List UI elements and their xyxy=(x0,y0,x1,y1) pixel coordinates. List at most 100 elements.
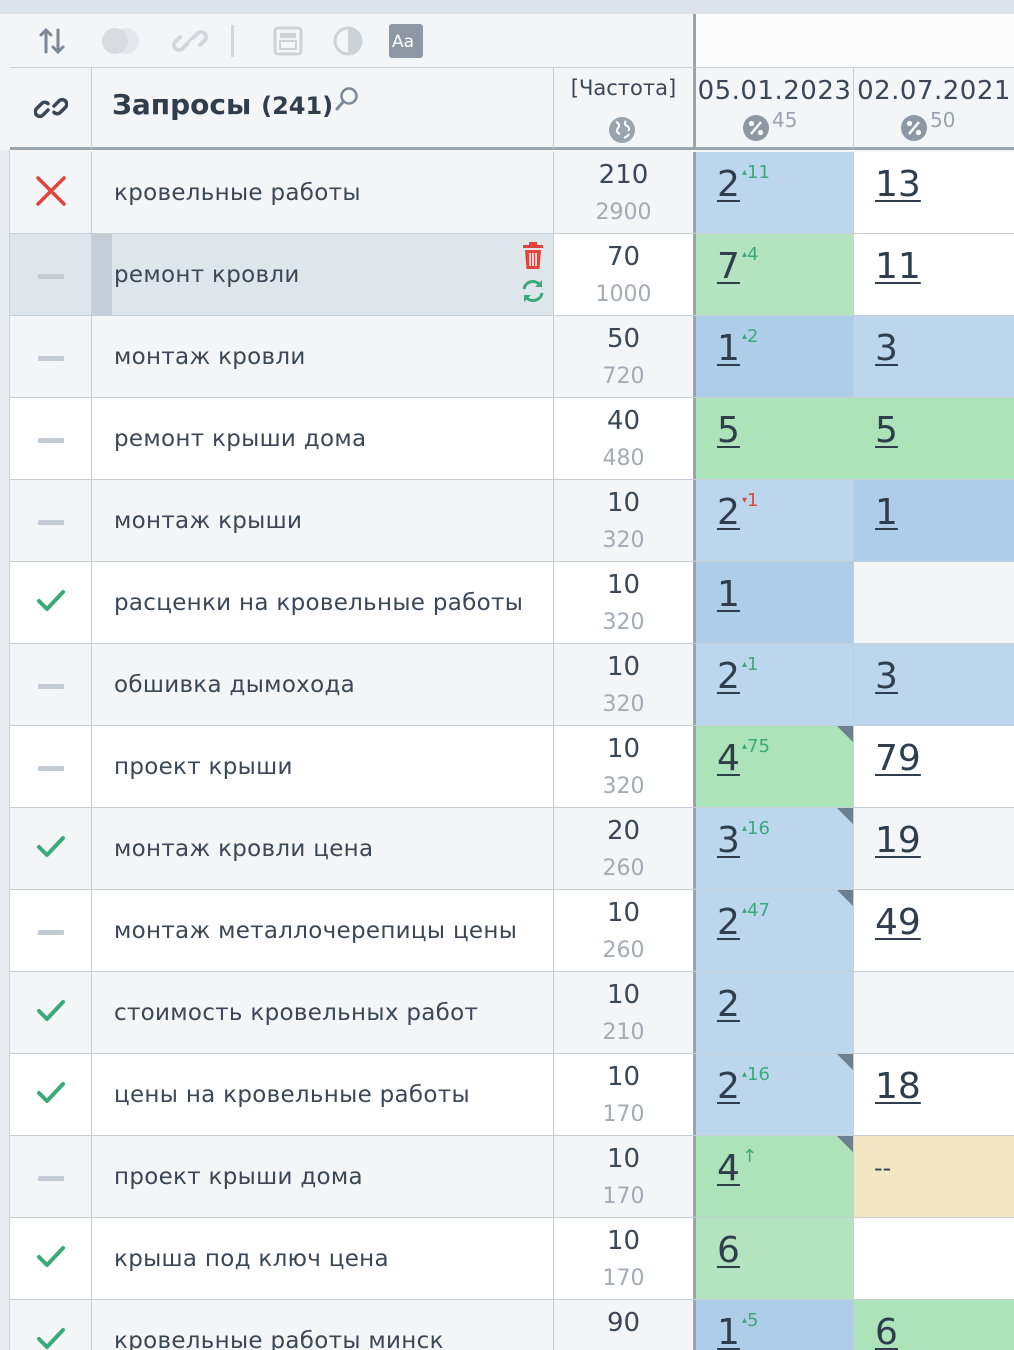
table-row[interactable]: стоимость кровельных работ 10 210 2 xyxy=(10,972,1014,1054)
position-value[interactable]: 4 xyxy=(717,738,740,779)
header-link-column[interactable] xyxy=(10,68,92,150)
query-cell[interactable]: стоимость кровельных работ xyxy=(92,972,554,1053)
position-cell-1[interactable]: 2 xyxy=(696,972,854,1053)
position-cell-1[interactable]: 6 xyxy=(696,1218,854,1299)
position-cell-2[interactable]: -- xyxy=(854,1136,1014,1217)
search-icon[interactable] xyxy=(334,86,360,118)
sort-icon[interactable] xyxy=(34,24,70,58)
position-cell-2[interactable]: 3 xyxy=(854,644,1014,725)
position-value[interactable]: 6 xyxy=(875,1312,898,1350)
table-row[interactable]: расценки на кровельные работы 10 320 1 xyxy=(10,562,1014,644)
row-status[interactable] xyxy=(10,562,92,643)
position-value[interactable]: 5 xyxy=(717,410,740,451)
position-cell-2[interactable]: 1 xyxy=(854,480,1014,561)
table-row[interactable]: крыша под ключ цена 10 170 6 xyxy=(10,1218,1014,1300)
header-queries[interactable]: Запросы (241) xyxy=(92,68,554,150)
position-cell-1[interactable]: 4 ↑ xyxy=(696,1136,854,1217)
table-row[interactable]: монтаж крыши 10 320 2 ▾1 1 xyxy=(10,480,1014,562)
position-value[interactable]: 2 xyxy=(717,656,740,697)
header-frequency[interactable]: [Частота] xyxy=(554,68,696,150)
position-value[interactable]: 13 xyxy=(875,164,921,205)
query-cell[interactable]: расценки на кровельные работы xyxy=(92,562,554,643)
row-status[interactable] xyxy=(10,316,92,397)
row-status[interactable] xyxy=(10,234,92,315)
position-value[interactable]: 1 xyxy=(717,1312,740,1350)
position-value[interactable]: 79 xyxy=(875,738,921,779)
query-cell[interactable]: кровельные работы xyxy=(92,152,554,233)
query-cell[interactable]: обшивка дымохода xyxy=(92,644,554,725)
position-value[interactable]: 3 xyxy=(875,328,898,369)
row-status[interactable] xyxy=(10,1136,92,1217)
position-value[interactable]: 19 xyxy=(875,820,921,861)
position-cell-1[interactable]: 2 ▴1 xyxy=(696,644,854,725)
query-cell[interactable]: цены на кровельные работы xyxy=(92,1054,554,1135)
row-status[interactable] xyxy=(10,644,92,725)
position-cell-2[interactable]: 11 xyxy=(854,234,1014,315)
query-cell[interactable]: проект крыши xyxy=(92,726,554,807)
table-row[interactable]: монтаж кровли цена 20 260 3 ▴16 19 xyxy=(10,808,1014,890)
query-cell[interactable]: ремонт кровли xyxy=(92,234,554,315)
position-cell-2[interactable]: 5 xyxy=(854,398,1014,479)
row-status[interactable] xyxy=(10,152,92,233)
position-cell-1[interactable]: 2 ▾1 xyxy=(696,480,854,561)
table-row[interactable]: ремонт крыши дома 40 480 5 5 xyxy=(10,398,1014,480)
position-cell-2[interactable] xyxy=(854,562,1014,643)
query-cell[interactable]: крыша под ключ цена xyxy=(92,1218,554,1299)
position-cell-1[interactable]: 1 ▴2 xyxy=(696,316,854,397)
position-value[interactable]: 2 xyxy=(717,492,740,533)
position-value[interactable]: 18 xyxy=(875,1066,921,1107)
query-cell[interactable]: монтаж крыши xyxy=(92,480,554,561)
row-status[interactable] xyxy=(10,480,92,561)
toggle-icon[interactable] xyxy=(98,24,144,58)
row-status[interactable] xyxy=(10,890,92,971)
table-row[interactable]: цены на кровельные работы 10 170 2 ▴16 18 xyxy=(10,1054,1014,1136)
font-icon[interactable]: Aa xyxy=(388,24,424,58)
position-value[interactable]: 1 xyxy=(717,574,740,615)
note-corner-marker[interactable] xyxy=(837,1054,853,1070)
position-cell-1[interactable]: 1 ▴5 xyxy=(696,1300,854,1350)
position-value[interactable]: 1 xyxy=(717,328,740,369)
position-value[interactable]: 11 xyxy=(875,246,921,287)
position-value[interactable]: 2 xyxy=(717,164,740,205)
trash-icon[interactable] xyxy=(521,242,545,274)
position-cell-2[interactable]: 19 xyxy=(854,808,1014,889)
calendar-icon[interactable] xyxy=(270,24,306,58)
table-row[interactable]: кровельные работы 210 2900 2 ▴11 13 xyxy=(10,152,1014,234)
position-cell-2[interactable]: 6 xyxy=(854,1300,1014,1350)
note-corner-marker[interactable] xyxy=(837,890,853,906)
position-value[interactable]: 3 xyxy=(875,656,898,697)
position-cell-2[interactable]: 13 xyxy=(854,152,1014,233)
note-corner-marker[interactable] xyxy=(837,726,853,742)
row-status[interactable] xyxy=(10,398,92,479)
row-status[interactable] xyxy=(10,972,92,1053)
table-row[interactable]: монтаж металлочерепицы цены 10 260 2 ▴47 49 xyxy=(10,890,1014,972)
position-cell-2[interactable]: 18 xyxy=(854,1054,1014,1135)
position-cell-1[interactable]: 3 ▴16 xyxy=(696,808,854,889)
query-cell[interactable]: кровельные работы минск xyxy=(92,1300,554,1350)
position-value[interactable]: 2 xyxy=(717,902,740,943)
position-cell-1[interactable]: 2 ▴16 xyxy=(696,1054,854,1135)
position-value[interactable]: 3 xyxy=(717,820,740,861)
position-cell-1[interactable]: 5 xyxy=(696,398,854,479)
position-cell-1[interactable]: 2 ▴11 xyxy=(696,152,854,233)
query-cell[interactable]: монтаж кровли цена xyxy=(92,808,554,889)
position-value[interactable]: 5 xyxy=(875,410,898,451)
contrast-icon[interactable] xyxy=(330,24,366,58)
position-cell-2[interactable]: 79 xyxy=(854,726,1014,807)
position-cell-2[interactable]: 49 xyxy=(854,890,1014,971)
position-cell-2[interactable] xyxy=(854,972,1014,1053)
position-cell-1[interactable]: 4 ▴75 xyxy=(696,726,854,807)
row-status[interactable] xyxy=(10,1054,92,1135)
position-cell-1[interactable]: 1 xyxy=(696,562,854,643)
query-cell[interactable]: монтаж кровли xyxy=(92,316,554,397)
refresh-icon[interactable] xyxy=(520,278,546,308)
query-cell[interactable]: ремонт крыши дома xyxy=(92,398,554,479)
header-date-2[interactable]: 02.07.2021 50 xyxy=(854,68,1014,150)
table-row[interactable]: кровельные работы минск 90 1 ▴5 6 xyxy=(10,1300,1014,1350)
position-value[interactable]: 2 xyxy=(717,984,740,1025)
row-status[interactable] xyxy=(10,1218,92,1299)
position-value[interactable]: 2 xyxy=(717,1066,740,1107)
note-corner-marker[interactable] xyxy=(837,808,853,824)
table-row[interactable]: ремонт кровли 70 1000 7 ▴4 11 xyxy=(10,234,1014,316)
row-status[interactable] xyxy=(10,1300,92,1350)
